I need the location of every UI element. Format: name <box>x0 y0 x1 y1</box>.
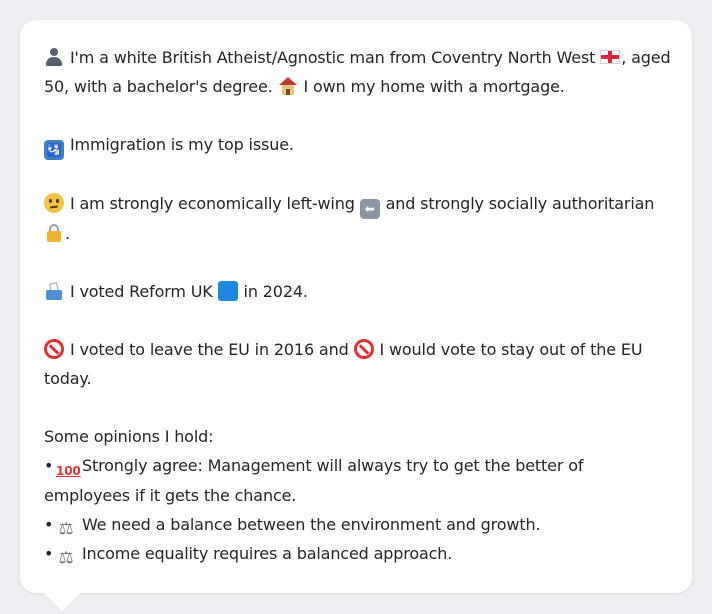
ballot-box-icon <box>44 281 64 301</box>
house-icon <box>278 76 298 96</box>
intro-paragraph: I'm a white British Atheist/Agnostic man… <box>44 43 674 101</box>
vote-paragraph: I voted Reform UK in 2024. <box>44 277 674 306</box>
opinion-text: Strongly agree: Management will always t… <box>44 456 584 505</box>
thinking-face-icon <box>44 193 64 213</box>
bullet: • <box>44 515 54 534</box>
prohibited-icon <box>44 339 64 359</box>
bust-in-silhouette-icon <box>44 47 64 67</box>
bullet: • <box>44 456 54 475</box>
eu-paragraph: I voted to leave the EU in 2016 and I wo… <box>44 335 674 393</box>
ideology-paragraph: I am strongly economically left-wing ⬅ a… <box>44 189 674 248</box>
profile-card: I'm a white British Atheist/Agnostic man… <box>20 20 692 593</box>
list-item: • 100 Strongly agree: Management will alw… <box>44 451 674 510</box>
vote-text-a: I voted Reform UK <box>69 282 213 301</box>
left-arrow-icon: ⬅ <box>359 199 380 219</box>
bullet: • <box>44 544 54 563</box>
england-flag-icon <box>600 50 621 64</box>
prohibited-icon <box>353 339 374 359</box>
lock-icon <box>44 223 64 243</box>
intro-text-c: I own my home with a mortgage. <box>303 77 565 96</box>
hundred-points-icon: 100 <box>56 464 81 478</box>
top-issue-text: Immigration is my top issue. <box>69 135 294 154</box>
top-issue-paragraph: 🛂 Immigration is my top issue. <box>44 130 674 160</box>
vote-text-b: in 2024. <box>243 282 308 301</box>
ideology-text-a: I am strongly economically left-wing <box>69 194 355 213</box>
ideology-text-b: and strongly socially authoritarian <box>385 194 655 213</box>
list-item: • ⚖ Income equality requires a balanced a… <box>44 539 674 568</box>
opinion-text: We need a balance between the environmen… <box>81 515 541 534</box>
opinions-heading: Some opinions I hold: <box>44 427 214 446</box>
blue-square-icon <box>217 281 238 301</box>
speech-bubble-tail <box>44 593 80 611</box>
balance-scale-icon: ⚖ <box>58 519 74 539</box>
list-item: • ⚖ We need a balance between the environ… <box>44 510 674 539</box>
profile-text: I'm a white British Atheist/Agnostic man… <box>44 43 674 568</box>
intro-text-a: I'm a white British Atheist/Agnostic man… <box>69 48 596 67</box>
ideology-text-c: . <box>65 224 70 243</box>
opinion-text: Income equality requires a balanced appr… <box>81 544 453 563</box>
eu-text-a: I voted to leave the EU in 2016 and <box>69 340 349 359</box>
passport-control-icon: 🛂 <box>44 140 64 160</box>
balance-scale-icon: ⚖ <box>58 548 74 568</box>
opinions-section: Some opinions I hold: • 100 Strongly agre… <box>44 422 674 568</box>
